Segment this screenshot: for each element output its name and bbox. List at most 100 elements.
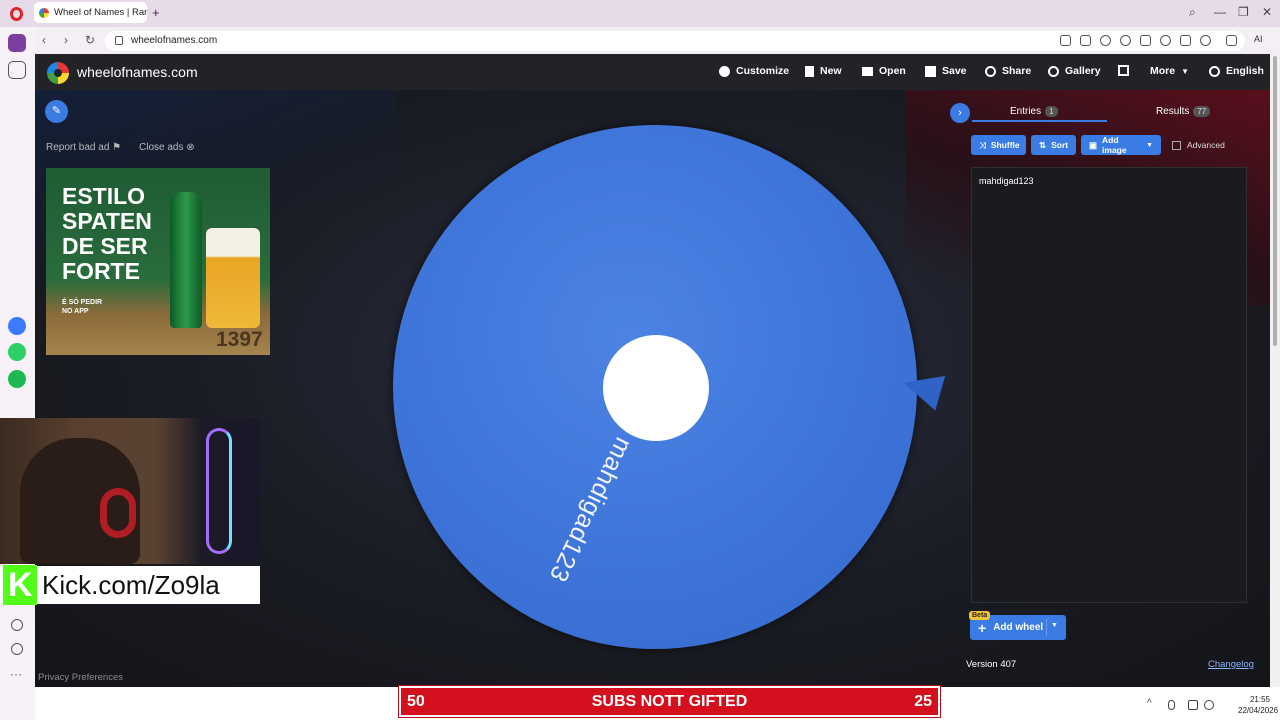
customize-button[interactable]: Customize (719, 65, 789, 77)
advertisement[interactable]: ESTILO SPATEN DE SER FORTE É SÓ PEDIR NO… (46, 168, 270, 355)
display-icon[interactable] (1188, 700, 1198, 710)
url-input[interactable]: wheelofnames.com (105, 31, 1245, 51)
address-bar: ‹ › ↻ wheelofnames.com AI (0, 27, 1280, 54)
heart-sidebar-icon[interactable] (11, 619, 23, 631)
shield-icon[interactable] (1100, 35, 1111, 46)
new-tab-button[interactable]: + (152, 5, 160, 20)
shuffle-label: Shuffle (990, 140, 1020, 150)
ad-headline-line: FORTE (62, 258, 140, 284)
image-icon: ▣ (1089, 139, 1098, 150)
close-ads-label: Close ads (139, 142, 184, 153)
more-button[interactable]: More ▼ (1150, 65, 1189, 77)
kick-channel-text: Kick.com/Zo9la (42, 570, 220, 600)
shuffle-button[interactable]: ⤨ Shuffle (971, 135, 1026, 155)
site-header: wheelofnames.com Customize New Open Save… (35, 54, 1270, 90)
microphone-icon[interactable] (1168, 700, 1175, 710)
play-icon[interactable] (1140, 35, 1151, 46)
language-label: English (1226, 65, 1264, 77)
save-label: Save (942, 65, 967, 77)
customize-label: Customize (736, 65, 790, 77)
wheel-center-hub[interactable] (603, 335, 709, 441)
browser-sidebar: ··· (0, 27, 35, 720)
folder-icon (862, 66, 873, 76)
new-button[interactable]: New (805, 65, 842, 77)
ad-subtext-line: NO APP (62, 308, 89, 315)
add-image-button[interactable]: ▣ Add image ▼ (1081, 135, 1161, 155)
more-options-icon[interactable]: ··· (10, 667, 28, 685)
version-text: Version 407 (966, 659, 1017, 670)
webcam-overlay (0, 418, 260, 564)
browser-tab[interactable]: Wheel of Names | Rando (34, 2, 147, 23)
vpn-icon[interactable] (1120, 35, 1131, 46)
language-button[interactable]: English (1209, 65, 1264, 77)
tab-results[interactable]: Results 77 (1156, 106, 1211, 117)
button-divider (1046, 619, 1047, 636)
file-icon (805, 65, 814, 77)
star-icon[interactable] (8, 61, 26, 79)
home-icon[interactable] (8, 34, 26, 52)
headset-image (100, 488, 136, 538)
entries-count-badge: 1 (1045, 106, 1058, 117)
messenger-icon[interactable] (8, 317, 26, 335)
whatsapp-icon[interactable] (8, 343, 26, 361)
heart-icon[interactable] (1160, 35, 1171, 46)
taskbar-clock[interactable]: 21:55 22/04/2026 (1238, 694, 1279, 716)
ai-button[interactable]: AI (1254, 34, 1263, 44)
camera-icon[interactable] (1080, 35, 1091, 46)
volume-icon[interactable] (1204, 700, 1214, 710)
extensions-icon[interactable] (1226, 35, 1237, 46)
collapse-panel-button[interactable]: › (950, 103, 970, 123)
search-tabs-icon[interactable]: ⌕ (1189, 5, 1196, 20)
chevron-right-icon: › (958, 107, 962, 119)
tray-chevron-up-icon[interactable]: ^ (1147, 698, 1152, 709)
share-button[interactable]: Share (985, 65, 1031, 77)
flag-icon: ⚑ (112, 142, 122, 153)
sort-label: Sort (1051, 140, 1069, 150)
sort-icon: ⇅ (1039, 139, 1047, 150)
clock-date: 22/04/2026 (1238, 706, 1279, 715)
opera-logo-icon[interactable] (10, 7, 23, 21)
spin-wheel[interactable]: mahdigad123 (393, 125, 917, 649)
changelog-link[interactable]: Changelog (1208, 659, 1254, 670)
close-ads-link[interactable]: Close ads ⊗ (139, 142, 195, 153)
beta-badge: Beta (969, 611, 991, 620)
back-icon[interactable]: ‹ (42, 33, 46, 47)
edit-pencil-button[interactable]: ✎ (45, 100, 68, 123)
history-icon[interactable] (11, 643, 23, 655)
results-count-badge: 77 (1193, 106, 1211, 117)
close-icon[interactable]: ✕ (1262, 5, 1272, 19)
ad-headline-line: DE SER (62, 233, 148, 259)
menu-icon[interactable] (1180, 35, 1191, 46)
sort-button[interactable]: ⇅ Sort (1031, 135, 1076, 155)
gallery-button[interactable]: Gallery (1048, 65, 1101, 77)
minimize-icon[interactable]: — (1214, 5, 1226, 19)
pencil-icon: ✎ (51, 105, 62, 117)
site-logo-icon[interactable] (47, 62, 69, 84)
reload-icon[interactable]: ↻ (85, 33, 95, 47)
active-tab-indicator (972, 120, 1107, 122)
site-title[interactable]: wheelofnames.com (77, 64, 198, 80)
fullscreen-button[interactable] (1118, 65, 1129, 76)
chevron-down-icon[interactable]: ▼ (1051, 622, 1058, 629)
entries-textarea[interactable]: mahdigad123 (971, 167, 1247, 603)
profile-icon[interactable] (1200, 35, 1211, 46)
restore-icon[interactable]: ❐ (1238, 5, 1249, 19)
open-label: Open (879, 65, 906, 77)
forward-icon[interactable]: › (64, 33, 68, 47)
save-button[interactable]: Save (925, 65, 967, 77)
edit-icon[interactable] (1060, 35, 1071, 46)
report-bad-ad-link[interactable]: Report bad ad ⚑ (46, 142, 121, 153)
palette-icon (719, 65, 730, 77)
advanced-checkbox[interactable] (1172, 140, 1181, 150)
results-tab-label: Results (1156, 106, 1190, 117)
close-circle-icon: ⊗ (186, 142, 195, 153)
open-button[interactable]: Open (862, 65, 906, 77)
tab-entries[interactable]: Entries 1 (1010, 106, 1058, 117)
share-label: Share (1002, 65, 1032, 77)
advanced-toggle[interactable]: Advanced (1172, 140, 1225, 150)
scrollbar-thumb[interactable] (1273, 56, 1277, 346)
ad-headline-line: SPATEN (62, 208, 152, 234)
privacy-preferences-link[interactable]: Privacy Preferences (38, 672, 123, 683)
wheel-segment-label: mahdigad123 (543, 433, 638, 587)
spotify-icon[interactable] (8, 370, 26, 388)
